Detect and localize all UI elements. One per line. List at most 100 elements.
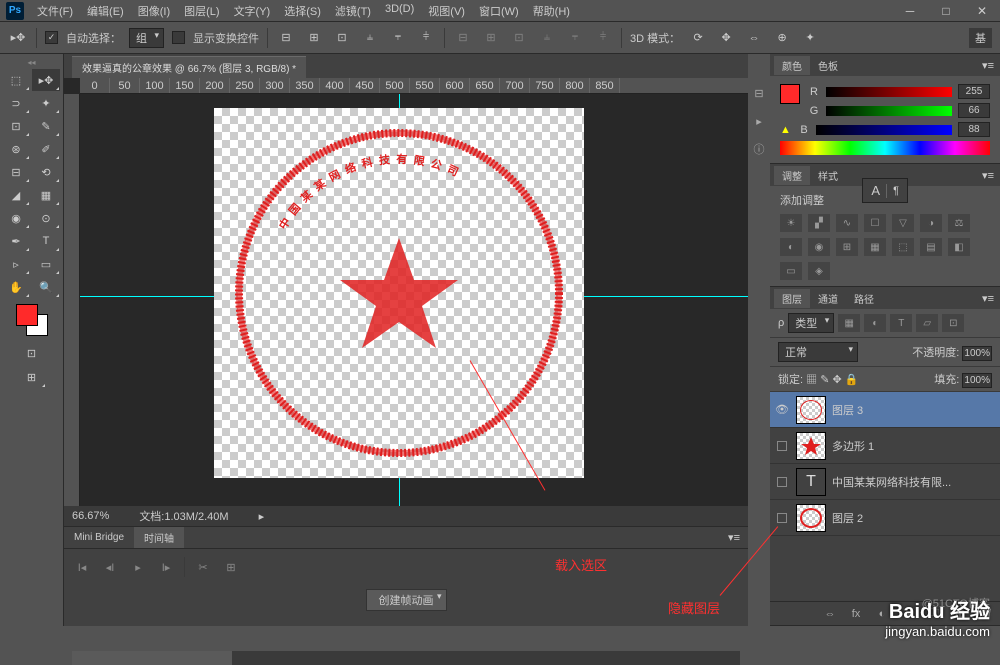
distribute-icon[interactable]: ⫩ xyxy=(593,28,613,48)
autoselect-dropdown[interactable]: 组 xyxy=(129,28,164,48)
menu-type[interactable]: 文字(Y) xyxy=(229,1,276,21)
channelmixer-icon[interactable]: ⊞ xyxy=(836,238,858,256)
autoselect-checkbox[interactable]: ✓ xyxy=(45,31,58,44)
3d-icon[interactable]: ✥ xyxy=(716,28,736,48)
create-animation-button[interactable]: 创建帧动画 xyxy=(366,589,447,611)
tab-color[interactable]: 颜色 xyxy=(774,56,810,75)
lock-trans-icon[interactable]: ▦ xyxy=(806,374,817,386)
pen-tool[interactable]: ✒ xyxy=(2,230,30,252)
eraser-tool[interactable]: ◢ xyxy=(2,184,30,206)
stamp-tool[interactable]: ⊟ xyxy=(2,161,30,183)
photofilter-icon[interactable]: ◉ xyxy=(808,238,830,256)
hand-tool[interactable]: ✋ xyxy=(2,276,30,298)
doc-size[interactable]: 文档:1.03M/2.40M xyxy=(139,508,228,524)
visibility-toggle[interactable] xyxy=(774,438,790,454)
dodge-tool[interactable]: ⊙ xyxy=(32,207,60,229)
distribute-icon[interactable]: ⫧ xyxy=(565,28,585,48)
fx-icon[interactable]: fx xyxy=(848,606,864,622)
actions-panel-icon[interactable]: ▸ xyxy=(750,112,768,130)
menu-help[interactable]: 帮助(H) xyxy=(528,1,575,21)
essentials-button[interactable]: 基 xyxy=(969,28,992,48)
invert-icon[interactable]: ⬚ xyxy=(892,238,914,256)
tab-channels[interactable]: 通道 xyxy=(810,289,846,308)
char-icon[interactable]: A xyxy=(871,183,880,198)
colorlookup-icon[interactable]: ▦ xyxy=(864,238,886,256)
menu-layer[interactable]: 图层(L) xyxy=(179,1,224,21)
tab-layers[interactable]: 图层 xyxy=(774,289,810,308)
panel-menu-icon[interactable]: ▾≡ xyxy=(728,531,748,544)
opacity-value[interactable]: 100% xyxy=(962,346,992,361)
posterize-icon[interactable]: ▤ xyxy=(920,238,942,256)
move-tool[interactable]: ▸✥ xyxy=(32,69,60,91)
canvas-area[interactable]: 0501001502002503003504004505005506006507… xyxy=(64,78,748,506)
zoom-tool[interactable]: 🔍 xyxy=(32,276,60,298)
tab-timeline[interactable]: 时间轴 xyxy=(134,527,184,548)
gradient-tool[interactable]: ▦ xyxy=(32,184,60,206)
minimize-button[interactable]: ─ xyxy=(892,0,928,22)
g-slider[interactable] xyxy=(826,106,952,116)
lock-move-icon[interactable]: ✥ xyxy=(832,374,841,386)
cut-icon[interactable]: ✂ xyxy=(193,559,213,575)
distribute-icon[interactable]: ⫨ xyxy=(537,28,557,48)
colorbalance-icon[interactable]: ⚖ xyxy=(948,214,970,232)
filter-kind-dropdown[interactable]: 类型 xyxy=(788,313,834,333)
brush-tool[interactable]: ✐ xyxy=(32,138,60,160)
tab-styles[interactable]: 样式 xyxy=(810,166,846,185)
tab-minibridge[interactable]: Mini Bridge xyxy=(64,529,134,546)
blend-mode-dropdown[interactable]: 正常 xyxy=(778,342,858,362)
gradientmap-icon[interactable]: ▭ xyxy=(780,262,802,280)
distribute-icon[interactable]: ⊞ xyxy=(481,28,501,48)
spectrum-bar[interactable] xyxy=(780,141,990,155)
fill-value[interactable]: 100% xyxy=(962,373,992,388)
layer-name[interactable]: 多边形 1 xyxy=(832,438,874,454)
panel-menu-icon[interactable]: ▾≡ xyxy=(982,59,1000,72)
align-icon[interactable]: ⊡ xyxy=(332,28,352,48)
align-icon[interactable]: ⊞ xyxy=(304,28,324,48)
filter-type-icon[interactable]: T xyxy=(890,314,912,332)
layer-row[interactable]: 多边形 1 xyxy=(770,428,1000,464)
type-tool[interactable]: T xyxy=(32,230,60,252)
menu-filter[interactable]: 滤镜(T) xyxy=(330,1,376,21)
fg-swatch[interactable] xyxy=(780,84,800,104)
r-slider[interactable] xyxy=(826,87,952,97)
crop-tool[interactable]: ⊡ xyxy=(2,115,30,137)
menu-file[interactable]: 文件(F) xyxy=(32,1,78,21)
shape-tool[interactable]: ▭ xyxy=(32,253,60,275)
layer-thumbnail[interactable] xyxy=(796,396,826,424)
blur-tool[interactable]: ◉ xyxy=(2,207,30,229)
quickmask-tool[interactable]: ⊡ xyxy=(18,342,46,364)
layer-row[interactable]: T 中国某某网络科技有限... xyxy=(770,464,1000,500)
align-icon[interactable]: ⫩ xyxy=(416,28,436,48)
layer-row[interactable]: 图层 2 xyxy=(770,500,1000,536)
ruler-horizontal[interactable]: 0501001502002503003504004505005506006507… xyxy=(80,78,748,94)
toolbox-collapse[interactable]: ◂◂ xyxy=(2,58,61,67)
ruler-vertical[interactable] xyxy=(64,94,80,506)
layer-name[interactable]: 中国某某网络科技有限... xyxy=(832,474,951,490)
canvas[interactable]: 中国某某网络科技有限公司 xyxy=(214,108,584,478)
move-tool-icon[interactable]: ▸✥ xyxy=(8,28,28,48)
filter-smart-icon[interactable]: ⊡ xyxy=(942,314,964,332)
layer-name[interactable]: 图层 2 xyxy=(832,510,863,526)
distribute-icon[interactable]: ⊟ xyxy=(453,28,473,48)
prev-frame-icon[interactable]: ◂I xyxy=(100,559,120,575)
vibrance-icon[interactable]: ▽ xyxy=(892,214,914,232)
marquee-tool[interactable]: ⬚ xyxy=(2,69,30,91)
info-panel-icon[interactable]: ⓘ xyxy=(750,140,768,158)
document-tab[interactable]: 效果逼真的公章效果 @ 66.7% (图层 3, RGB/8) * xyxy=(72,56,306,78)
selective-icon[interactable]: ◈ xyxy=(808,262,830,280)
r-value[interactable]: 255 xyxy=(958,84,990,99)
filter-adjust-icon[interactable]: ◐ xyxy=(864,314,886,332)
close-button[interactable]: ✕ xyxy=(964,0,1000,22)
filter-pixel-icon[interactable]: ▦ xyxy=(838,314,860,332)
link-icon[interactable]: ⇔ xyxy=(822,606,838,622)
screenmode-tool[interactable]: ⊞ xyxy=(18,366,46,388)
exposure-icon[interactable]: ☐ xyxy=(864,214,886,232)
align-icon[interactable]: ⊟ xyxy=(276,28,296,48)
filter-shape-icon[interactable]: ▱ xyxy=(916,314,938,332)
b-slider[interactable] xyxy=(816,125,952,135)
lock-all-icon[interactable]: 🔒 xyxy=(845,374,859,386)
tab-paths[interactable]: 路径 xyxy=(846,289,882,308)
bw-icon[interactable]: ◐ xyxy=(780,238,802,256)
tab-adjustments[interactable]: 调整 xyxy=(774,166,810,185)
visibility-toggle[interactable]: 👁 xyxy=(774,402,790,418)
